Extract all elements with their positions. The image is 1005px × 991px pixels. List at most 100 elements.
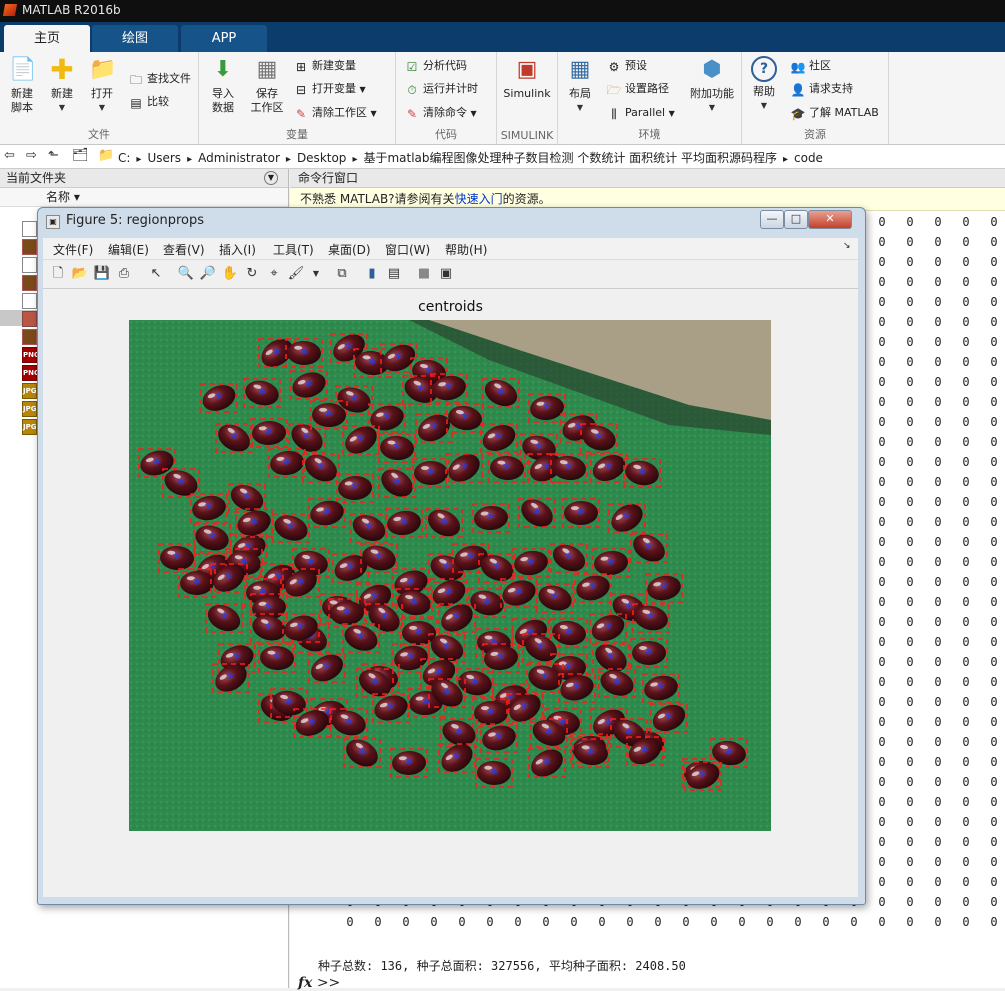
- centroid-marker: *: [193, 574, 201, 593]
- minimize-button[interactable]: —: [760, 210, 784, 229]
- menu-insert[interactable]: 插入(I): [219, 241, 256, 258]
- breadcrumb-item[interactable]: 基于matlab编程图像处理种子数目检测 个数统计 面积统计 平均面积源码程序: [363, 151, 777, 165]
- browse-folder-icon[interactable]: 🗂: [72, 148, 89, 163]
- matrix-cell: 0: [878, 435, 886, 449]
- quick-start-link[interactable]: 快速入门: [455, 192, 503, 206]
- centroid-marker: *: [283, 454, 291, 473]
- file-type-icon[interactable]: [22, 329, 37, 345]
- file-type-icon[interactable]: [22, 257, 37, 273]
- menu-view[interactable]: 查看(V): [163, 241, 205, 258]
- file-type-icon[interactable]: [22, 293, 37, 309]
- learn-matlab-button[interactable]: 🎓 了解 MATLAB: [790, 104, 879, 122]
- command-prompt[interactable]: fx >>: [298, 975, 340, 991]
- centroid-marker: *: [440, 514, 448, 533]
- menu-window[interactable]: 窗口(W): [385, 241, 430, 258]
- file-type-icon[interactable]: PNG: [22, 347, 40, 363]
- up-folder-icon[interactable]: ⬑: [48, 148, 59, 163]
- chevron-down-icon: ▼: [668, 109, 675, 118]
- panel-menu-icon[interactable]: ▼: [264, 171, 278, 185]
- set-path-button[interactable]: 🗁 设置路径: [606, 80, 669, 98]
- matrix-cell: 0: [990, 535, 998, 549]
- name-column-header[interactable]: 名称 ▾: [0, 188, 288, 207]
- help-button[interactable]: ? 帮助 ▼: [744, 56, 784, 113]
- pan-hand-icon[interactable]: ✋: [221, 265, 239, 283]
- import-data-button[interactable]: ⬇ 导入 数据: [203, 56, 243, 115]
- matrix-cell: 0: [934, 515, 942, 529]
- forward-arrow-icon[interactable]: ⇨: [26, 148, 37, 163]
- file-type-icon[interactable]: JPG: [22, 401, 37, 417]
- parallel-button[interactable]: ⫼ Parallel ▼: [606, 104, 675, 122]
- menu-tools[interactable]: 工具(T): [273, 241, 314, 258]
- analyze-code-button[interactable]: ☑ 分析代码: [404, 57, 467, 75]
- layout-button[interactable]: ▦ 布局 ▼: [560, 56, 600, 115]
- tab-home[interactable]: 主页: [4, 25, 90, 52]
- data-cursor-icon[interactable]: ⌖: [265, 265, 283, 283]
- centroid-marker: *: [265, 424, 273, 443]
- menu-edit[interactable]: 编辑(E): [108, 241, 149, 258]
- file-type-icon[interactable]: [22, 311, 37, 327]
- tab-apps[interactable]: APP: [181, 25, 267, 52]
- print-icon[interactable]: ⎙: [115, 265, 133, 283]
- link-plot-icon[interactable]: ⧉: [333, 265, 351, 283]
- save-icon[interactable]: 💾: [93, 265, 111, 283]
- edit-plot-pointer-icon[interactable]: ↖: [147, 265, 165, 283]
- menu-help[interactable]: 帮助(H): [445, 241, 487, 258]
- matrix-cell: 0: [962, 835, 970, 849]
- open-file-icon[interactable]: 📂: [71, 265, 89, 283]
- new-script-button[interactable]: 📄 新建 脚本: [2, 56, 42, 115]
- clear-commands-button[interactable]: ✎ 清除命令 ▼: [404, 104, 477, 122]
- dock-icon[interactable]: ↘: [843, 241, 851, 251]
- menu-desktop[interactable]: 桌面(D): [328, 241, 371, 258]
- run-and-time-button[interactable]: ⏱ 运行并计时: [404, 80, 478, 98]
- preferences-button[interactable]: ⚙ 预设: [606, 57, 647, 75]
- breadcrumb-item[interactable]: Users: [147, 151, 181, 165]
- colorbar-icon[interactable]: ▮: [363, 265, 381, 283]
- matrix-cell: 0: [878, 515, 886, 529]
- file-type-icon[interactable]: [22, 221, 37, 237]
- show-plot-tools-icon[interactable]: ▣: [437, 265, 455, 283]
- hide-plot-tools-icon[interactable]: ■: [415, 265, 433, 283]
- learn-matlab-label: 了解 MATLAB: [809, 106, 879, 119]
- open-variable-button[interactable]: ⊟ 打开变量 ▼: [293, 80, 366, 98]
- centroid-marker: *: [515, 584, 523, 603]
- tab-plots[interactable]: 绘图: [92, 25, 178, 52]
- add-ons-icon: ⬢: [702, 57, 722, 82]
- new-button[interactable]: ✚ 新建 ▼: [42, 56, 82, 115]
- new-variable-button[interactable]: ⊞ 新建变量: [293, 57, 356, 75]
- file-type-icon[interactable]: JPG: [22, 383, 37, 399]
- centroid-marker: *: [497, 384, 505, 403]
- breadcrumb-item[interactable]: C:: [118, 151, 130, 165]
- open-button[interactable]: 📁 打开 ▼: [82, 56, 122, 115]
- clear-workspace-button[interactable]: ✎ 清除工作区 ▼: [293, 104, 377, 122]
- compare-button[interactable]: ▤ 比较: [128, 93, 169, 111]
- breadcrumb-item[interactable]: code: [794, 151, 823, 165]
- file-type-icon[interactable]: PNG: [22, 365, 40, 381]
- file-type-icon[interactable]: JPG: [22, 419, 37, 435]
- breadcrumb-item[interactable]: Administrator: [198, 151, 280, 165]
- file-type-icon[interactable]: [22, 275, 37, 291]
- new-figure-icon[interactable]: 🗋: [49, 265, 67, 283]
- community-button[interactable]: 👥 社区: [790, 57, 831, 75]
- simulink-button[interactable]: ▣ Simulink: [499, 56, 555, 101]
- output-row: 0 0 0 0 0 0 0 0 0 0 0 0 0 0 0 0 0 0 0 0 0 0 0 0: [290, 915, 1005, 935]
- file-type-icon[interactable]: [22, 239, 37, 255]
- matrix-cell: 0: [990, 795, 998, 809]
- matrix-cell: 0: [990, 375, 998, 389]
- add-ons-button[interactable]: ⬢ 附加功能 ▼: [686, 56, 738, 115]
- maximize-button[interactable]: □: [784, 210, 808, 229]
- zoom-out-icon[interactable]: 🔎: [199, 265, 217, 283]
- zoom-in-icon[interactable]: 🔍: [177, 265, 195, 283]
- rotate-3d-icon[interactable]: ↻: [243, 265, 261, 283]
- menu-file[interactable]: 文件(F): [53, 241, 93, 258]
- back-arrow-icon[interactable]: ⇦: [4, 148, 15, 163]
- legend-icon[interactable]: ▤: [385, 265, 403, 283]
- find-files-button[interactable]: 🗀 查找文件: [128, 70, 191, 88]
- chevron-down-icon[interactable]: ▼: [307, 265, 325, 283]
- save-workspace-button[interactable]: ▦ 保存 工作区: [245, 56, 289, 115]
- breadcrumb-item[interactable]: Desktop: [297, 151, 347, 165]
- request-support-button[interactable]: 👤 请求支持: [790, 80, 853, 98]
- close-button[interactable]: ✕: [808, 210, 852, 229]
- brush-icon[interactable]: 🖌: [287, 265, 305, 283]
- group-title-environment: 环境: [638, 128, 661, 141]
- centroid-marker: *: [368, 354, 376, 373]
